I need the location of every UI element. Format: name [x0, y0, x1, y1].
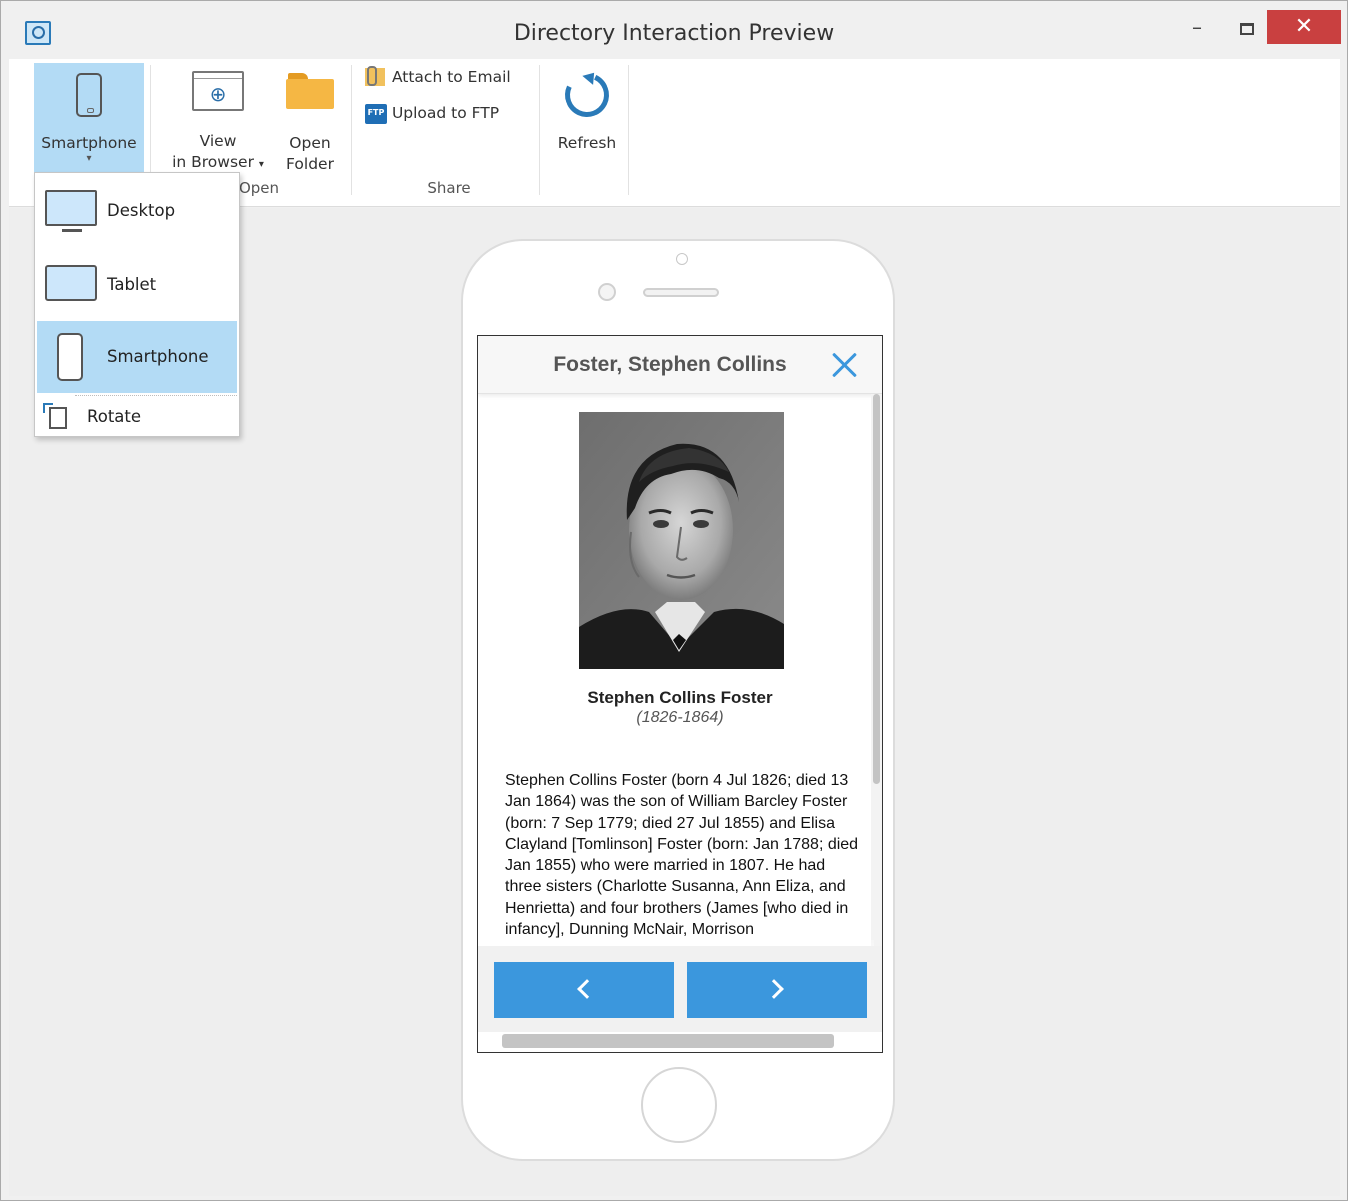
biography-text: Stephen Collins Foster (born 4 Jul 1826;…: [505, 772, 859, 939]
group-separator: [628, 65, 629, 195]
menu-item-label: Smartphone: [107, 347, 209, 366]
group-separator: [539, 65, 540, 195]
bio-viewport: Stephen Collins Foster (born 4 Jul 1826;…: [478, 336, 871, 946]
menu-item-tablet[interactable]: Tablet: [37, 251, 237, 321]
menu-item-label: Rotate: [87, 407, 142, 426]
maximize-button[interactable]: [1223, 10, 1271, 44]
folder-icon: [286, 73, 334, 109]
desktop-icon: [45, 190, 97, 232]
ftp-icon: FTP: [365, 103, 387, 124]
attach-to-email-button[interactable]: Attach to Email: [365, 65, 535, 97]
view-in-browser-line1: View: [199, 132, 237, 150]
phone-speaker: [643, 288, 719, 297]
globe-icon: ⊕: [209, 82, 227, 106]
title-bar: Directory Interaction Preview – ✕: [1, 1, 1347, 59]
view-in-browser-button[interactable]: ⊕ View in Browser ▾: [161, 71, 275, 175]
menu-item-desktop[interactable]: Desktop: [37, 179, 237, 247]
phone-camera: [598, 283, 616, 301]
open-folder-line1: Open: [289, 134, 331, 152]
navigation-bar: [478, 946, 882, 1032]
open-folder-line2: Folder: [286, 155, 334, 173]
smartphone-icon: [76, 73, 102, 117]
open-folder-button[interactable]: Open Folder: [277, 71, 343, 175]
phone-sensor: [676, 253, 688, 265]
window-title: Directory Interaction Preview: [513, 21, 835, 46]
maximize-icon: [1240, 22, 1254, 35]
attach-to-email-label: Attach to Email: [391, 68, 511, 86]
paperclip-icon: [365, 65, 387, 88]
refresh-button[interactable]: Refresh: [549, 66, 625, 161]
menu-item-label: Tablet: [107, 275, 157, 294]
group-label-share: Share: [427, 179, 471, 197]
phone-home-button: [641, 1067, 717, 1143]
menu-item-label: Desktop: [107, 201, 176, 220]
refresh-label: Refresh: [557, 134, 617, 152]
device-selector-label: Smartphone: [41, 134, 137, 152]
refresh-icon: [558, 66, 616, 124]
browser-icon: ⊕: [192, 71, 244, 111]
chevron-right-icon: [764, 979, 784, 999]
upload-to-ftp-label: Upload to FTP: [391, 104, 500, 122]
menu-item-rotate[interactable]: Rotate: [37, 397, 237, 433]
next-button[interactable]: [687, 962, 867, 1018]
smartphone-icon: [57, 333, 83, 381]
minimize-button[interactable]: –: [1173, 10, 1221, 44]
menu-item-smartphone[interactable]: Smartphone: [37, 321, 237, 393]
group-separator: [351, 65, 352, 195]
tablet-icon: [45, 265, 97, 301]
chevron-down-icon: ▾: [258, 159, 264, 170]
chevron-down-icon: ▾: [86, 153, 92, 164]
phone-screen: Foster, Stephen Collins Stephen Collins …: [477, 335, 883, 1053]
menu-separator: [75, 395, 237, 396]
upload-to-ftp-button[interactable]: FTP Upload to FTP: [365, 103, 535, 133]
previous-button[interactable]: [494, 962, 674, 1018]
horizontal-scrollbar-thumb[interactable]: [502, 1034, 834, 1048]
device-dropdown-menu: Desktop Tablet Smartphone Rotate: [34, 172, 240, 437]
view-in-browser-line2: in Browser: [172, 153, 254, 171]
close-button[interactable]: ✕: [1267, 10, 1341, 44]
chevron-left-icon: [577, 979, 597, 999]
device-selector-button[interactable]: Smartphone ▾: [34, 63, 144, 173]
rotate-icon: [43, 403, 67, 429]
